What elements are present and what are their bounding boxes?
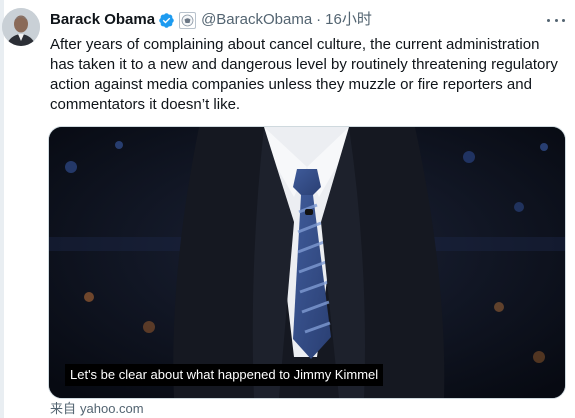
video-caption: Let's be clear about what happened to Ji… [65, 364, 384, 386]
more-options-icon[interactable] [547, 12, 565, 28]
avatar[interactable] [2, 8, 40, 46]
source-label: 来自 [50, 401, 77, 416]
tweet-header: Barack Obama @BarackObama · 16小时 [50, 10, 372, 30]
tweet-text-line: has taken it to a new and dangerous leve… [50, 56, 558, 73]
timestamp[interactable]: 16小时 [325, 10, 372, 30]
tweet-media-video[interactable] [48, 126, 566, 399]
author-handle[interactable]: @BarackObama [201, 10, 312, 30]
video-thumbnail [49, 127, 565, 398]
link-source[interactable]: 来自 yahoo.com [50, 401, 144, 417]
verified-badge-icon [158, 12, 175, 29]
left-rail [0, 0, 4, 418]
separator-dot: · [316, 11, 322, 28]
tweet-text-line: After years of complaining about cancel … [50, 36, 540, 53]
tweet-text: After years of complaining about cancel … [50, 35, 558, 115]
tweet[interactable]: Barack Obama @BarackObama · 16小时 After y… [0, 0, 575, 418]
tweet-text-line: commentators it doesn’t like. [50, 96, 241, 113]
tweet-text-line: action against media companies unless th… [50, 76, 532, 93]
avatar-photo [2, 8, 40, 46]
author-name[interactable]: Barack Obama [50, 10, 155, 30]
government-seal-icon [179, 11, 197, 29]
source-domain[interactable]: yahoo.com [80, 401, 144, 416]
